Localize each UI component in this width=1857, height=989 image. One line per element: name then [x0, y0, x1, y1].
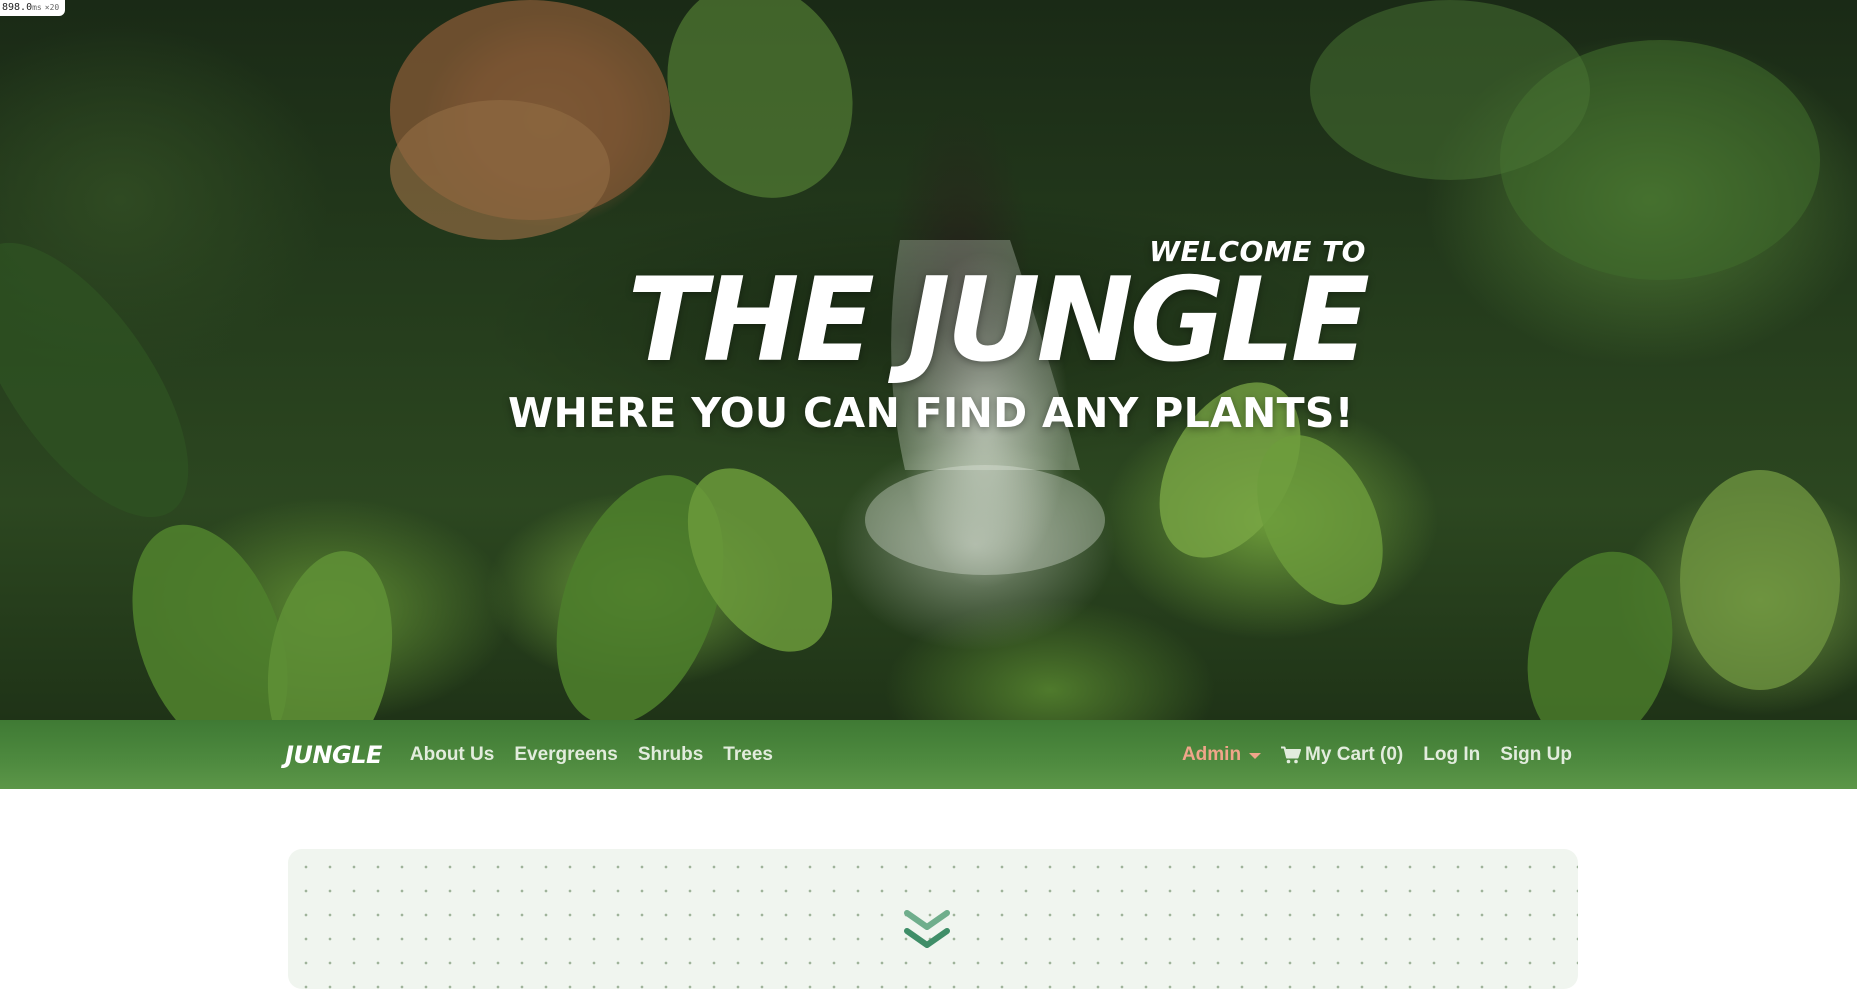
- shopping-cart-icon: [1281, 746, 1302, 763]
- nav-link-evergreens[interactable]: Evergreens: [514, 744, 618, 766]
- perf-value: 898.0: [2, 2, 33, 13]
- admin-label: Admin: [1181, 743, 1242, 765]
- products-section-panel: [288, 849, 1578, 989]
- perf-unit: ms: [32, 3, 42, 12]
- admin-dropdown-toggle[interactable]: Admin: [1181, 743, 1262, 766]
- caret-down-icon: [1249, 752, 1262, 759]
- perf-badge: 898.0ms ×20: [0, 0, 66, 16]
- my-cart-link[interactable]: My Cart (0): [1281, 744, 1403, 766]
- nav-link-trees[interactable]: Trees: [723, 744, 773, 766]
- perf-multiplier: ×20: [44, 3, 60, 12]
- double-chevron-down-icon[interactable]: [903, 905, 951, 953]
- hero-banner: WELCOME TO THE JUNGLE WHERE YOU CAN FIND…: [0, 0, 1857, 720]
- navbar-right-group: Admin My Cart (0) Log In Sign Up: [1162, 744, 1572, 766]
- nav-link-about-us[interactable]: About Us: [410, 744, 494, 766]
- main-navbar: JUNGLE About Us Evergreens Shrubs Trees …: [0, 720, 1857, 789]
- nav-link-shrubs[interactable]: Shrubs: [638, 744, 703, 766]
- hero-title: THE JUNGLE: [627, 253, 1370, 388]
- my-cart-label: My Cart (0): [1305, 743, 1404, 765]
- navbar-container: JUNGLE About Us Evergreens Shrubs Trees …: [285, 720, 1572, 789]
- hero-tagline: WHERE YOU CAN FIND ANY PLANTS!: [508, 389, 1354, 437]
- hero-heading-group: WELCOME TO THE JUNGLE WHERE YOU CAN FIND…: [508, 232, 1370, 440]
- brand-logo-link[interactable]: JUNGLE: [285, 741, 382, 769]
- sign-up-link[interactable]: Sign Up: [1500, 744, 1572, 766]
- log-in-link[interactable]: Log In: [1423, 744, 1480, 766]
